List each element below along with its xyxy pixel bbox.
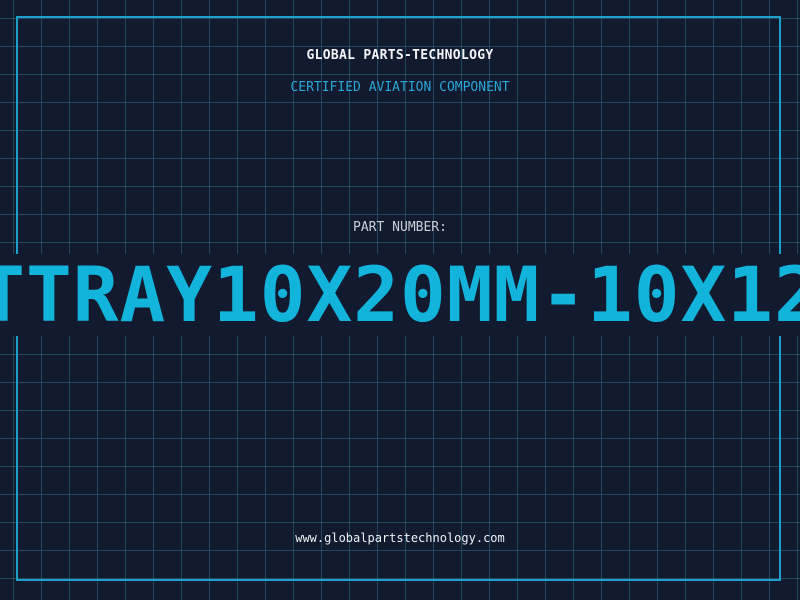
certificate-page: GLOBAL PARTS-TECHNOLOGY CERTIFIED AVIATI… xyxy=(0,0,800,600)
part-number-label: PART NUMBER: xyxy=(353,220,447,235)
company-name: GLOBAL PARTS-TECHNOLOGY xyxy=(306,48,494,63)
part-number-value: TTRAY10X20MM-10X12 xyxy=(0,254,800,336)
website-url: www.globalpartstechnology.com xyxy=(295,531,505,545)
part-number-band: TTRAY10X20MM-10X12 xyxy=(0,254,800,336)
certification-subtitle: CERTIFIED AVIATION COMPONENT xyxy=(290,80,510,95)
